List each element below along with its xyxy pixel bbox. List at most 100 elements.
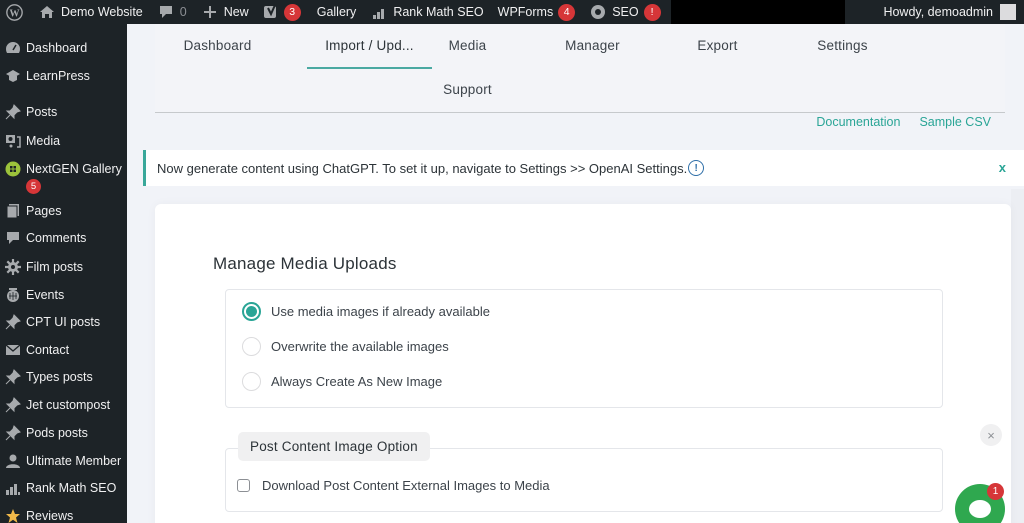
pages-icon bbox=[5, 203, 21, 219]
nextgen-icon bbox=[5, 161, 21, 177]
chart-icon bbox=[5, 480, 21, 496]
sidebar-item-ultimate-member[interactable]: Ultimate Member bbox=[0, 453, 127, 469]
rank-math-label: Rank Math SEO bbox=[393, 5, 483, 19]
tabs-divider bbox=[155, 112, 1005, 113]
yoast-seo-button[interactable]: 3 bbox=[256, 0, 308, 24]
user-icon bbox=[5, 453, 21, 469]
chat-dismiss-button[interactable]: × bbox=[980, 424, 1002, 446]
active-tab-indicator bbox=[307, 67, 432, 69]
option-label: Always Create As New Image bbox=[271, 374, 442, 389]
sidebar-item-types-posts[interactable]: Types posts bbox=[0, 369, 127, 385]
admin-sidebar: Dashboard LearnPress Posts Media NextGEN… bbox=[0, 24, 127, 523]
chatgpt-notice: Now generate content using ChatGPT. To s… bbox=[143, 150, 1024, 186]
tab-export[interactable]: Export bbox=[655, 38, 780, 53]
home-icon bbox=[39, 4, 55, 20]
site-name: Demo Website bbox=[61, 5, 143, 19]
sidebar-item-nextgen-gallery[interactable]: NextGEN Gallery 5 bbox=[0, 161, 127, 194]
tab-support[interactable]: Support bbox=[405, 82, 530, 97]
plus-icon bbox=[202, 4, 218, 20]
yoast-icon bbox=[263, 4, 279, 20]
sidebar-item-dashboard[interactable]: Dashboard bbox=[0, 40, 127, 56]
wpforms-label: WPForms bbox=[498, 5, 554, 19]
sidebar-item-film-posts[interactable]: Film posts bbox=[0, 259, 127, 275]
yoast-badge: 3 bbox=[284, 4, 301, 21]
account-menu[interactable]: Howdy, demoadmin bbox=[883, 4, 1024, 20]
documentation-link[interactable]: Documentation bbox=[816, 115, 900, 129]
option-label: Overwrite the available images bbox=[271, 339, 449, 354]
wordpress-icon: W bbox=[6, 4, 23, 21]
pin-icon bbox=[5, 104, 21, 120]
pin-icon bbox=[5, 397, 21, 413]
media-icon bbox=[5, 133, 21, 149]
rank-math-icon bbox=[371, 4, 387, 20]
redacted-area bbox=[671, 0, 845, 24]
scroll-gutter bbox=[1011, 189, 1024, 523]
sample-csv-link[interactable]: Sample CSV bbox=[919, 115, 991, 129]
plugin-tabs: Dashboard Import / Upd... Media Manager … bbox=[155, 24, 1005, 113]
wordpress-logo-button[interactable]: W bbox=[0, 0, 30, 24]
media-settings-card: Manage Media Uploads Use media images if… bbox=[155, 204, 1011, 523]
mail-icon bbox=[5, 342, 21, 358]
pin-icon bbox=[5, 369, 21, 385]
tab-settings[interactable]: Settings bbox=[780, 38, 905, 53]
option-label: Use media images if already available bbox=[271, 304, 490, 319]
seo-badge: ! bbox=[644, 4, 661, 21]
sidebar-item-learnpress[interactable]: LearnPress bbox=[0, 68, 127, 84]
help-links: Documentation Sample CSV bbox=[816, 115, 991, 129]
gear-icon bbox=[5, 259, 21, 275]
new-content-button[interactable]: New bbox=[194, 0, 256, 24]
sidebar-item-events[interactable]: Events bbox=[0, 287, 127, 303]
sidebar-item-pods-posts[interactable]: Pods posts bbox=[0, 425, 127, 441]
sidebar-item-posts[interactable]: Posts bbox=[0, 104, 127, 120]
media-upload-options: Use media images if already available Ov… bbox=[225, 289, 943, 408]
info-icon[interactable]: ! bbox=[688, 160, 704, 176]
wpforms-badge: 4 bbox=[558, 4, 575, 21]
graduation-cap-icon bbox=[5, 68, 21, 84]
tab-dashboard[interactable]: Dashboard bbox=[155, 38, 280, 53]
download-external-images-checkbox[interactable] bbox=[237, 479, 250, 492]
tab-media[interactable]: Media bbox=[405, 38, 530, 53]
star-icon bbox=[5, 508, 21, 523]
option-overwrite[interactable]: Overwrite the available images bbox=[242, 337, 449, 356]
sidebar-item-reviews[interactable]: Reviews bbox=[0, 508, 127, 523]
option-create-new[interactable]: Always Create As New Image bbox=[242, 372, 442, 391]
radio-unchecked[interactable] bbox=[242, 337, 261, 356]
seo-gear-icon bbox=[590, 4, 606, 20]
seo-link[interactable]: SEO ! bbox=[582, 0, 667, 24]
chat-unread-badge: 1 bbox=[987, 483, 1004, 500]
gallery-label: Gallery bbox=[317, 5, 357, 19]
sidebar-item-jet-custompost[interactable]: Jet custompost bbox=[0, 397, 127, 413]
sidebar-item-contact[interactable]: Contact bbox=[0, 342, 127, 358]
notice-text: Now generate content using ChatGPT. To s… bbox=[157, 161, 687, 176]
comments-count: 0 bbox=[180, 5, 187, 19]
sidebar-item-comments[interactable]: Comments bbox=[0, 230, 127, 246]
howdy-greeting: Howdy, demoadmin bbox=[883, 5, 993, 19]
sidebar-item-pages[interactable]: Pages bbox=[0, 203, 127, 219]
calendar-icon bbox=[5, 287, 21, 303]
nextgen-badge: 5 bbox=[26, 179, 41, 194]
notice-close-button[interactable]: x bbox=[999, 160, 1006, 175]
site-name-link[interactable]: Demo Website bbox=[30, 0, 150, 24]
admin-bar: W Demo Website 0 New 3 Gallery Rank Math… bbox=[0, 0, 1024, 24]
new-label: New bbox=[224, 5, 249, 19]
radio-checked[interactable] bbox=[242, 302, 261, 321]
avatar bbox=[1000, 4, 1016, 20]
gallery-link[interactable]: Gallery bbox=[308, 0, 364, 24]
section-title: Manage Media Uploads bbox=[213, 254, 397, 274]
tab-manager[interactable]: Manager bbox=[530, 38, 655, 53]
option-use-existing[interactable]: Use media images if already available bbox=[242, 302, 490, 321]
comments-link[interactable]: 0 bbox=[150, 0, 194, 24]
download-external-images-option[interactable]: Download Post Content External Images to… bbox=[237, 478, 550, 493]
sidebar-item-cpt-ui-posts[interactable]: CPT UI posts bbox=[0, 314, 127, 330]
sidebar-item-media[interactable]: Media bbox=[0, 133, 127, 149]
radio-unchecked[interactable] bbox=[242, 372, 261, 391]
pin-icon bbox=[5, 425, 21, 441]
sidebar-item-rank-math-seo[interactable]: Rank Math SEO bbox=[0, 480, 127, 496]
comment-icon bbox=[5, 230, 21, 246]
wpforms-link[interactable]: WPForms 4 bbox=[491, 0, 583, 24]
main-content: Dashboard Import / Upd... Media Manager … bbox=[127, 24, 1024, 523]
pin-icon bbox=[5, 314, 21, 330]
checkbox-label: Download Post Content External Images to… bbox=[262, 478, 550, 493]
comment-icon bbox=[158, 4, 174, 20]
rank-math-link[interactable]: Rank Math SEO bbox=[363, 0, 490, 24]
